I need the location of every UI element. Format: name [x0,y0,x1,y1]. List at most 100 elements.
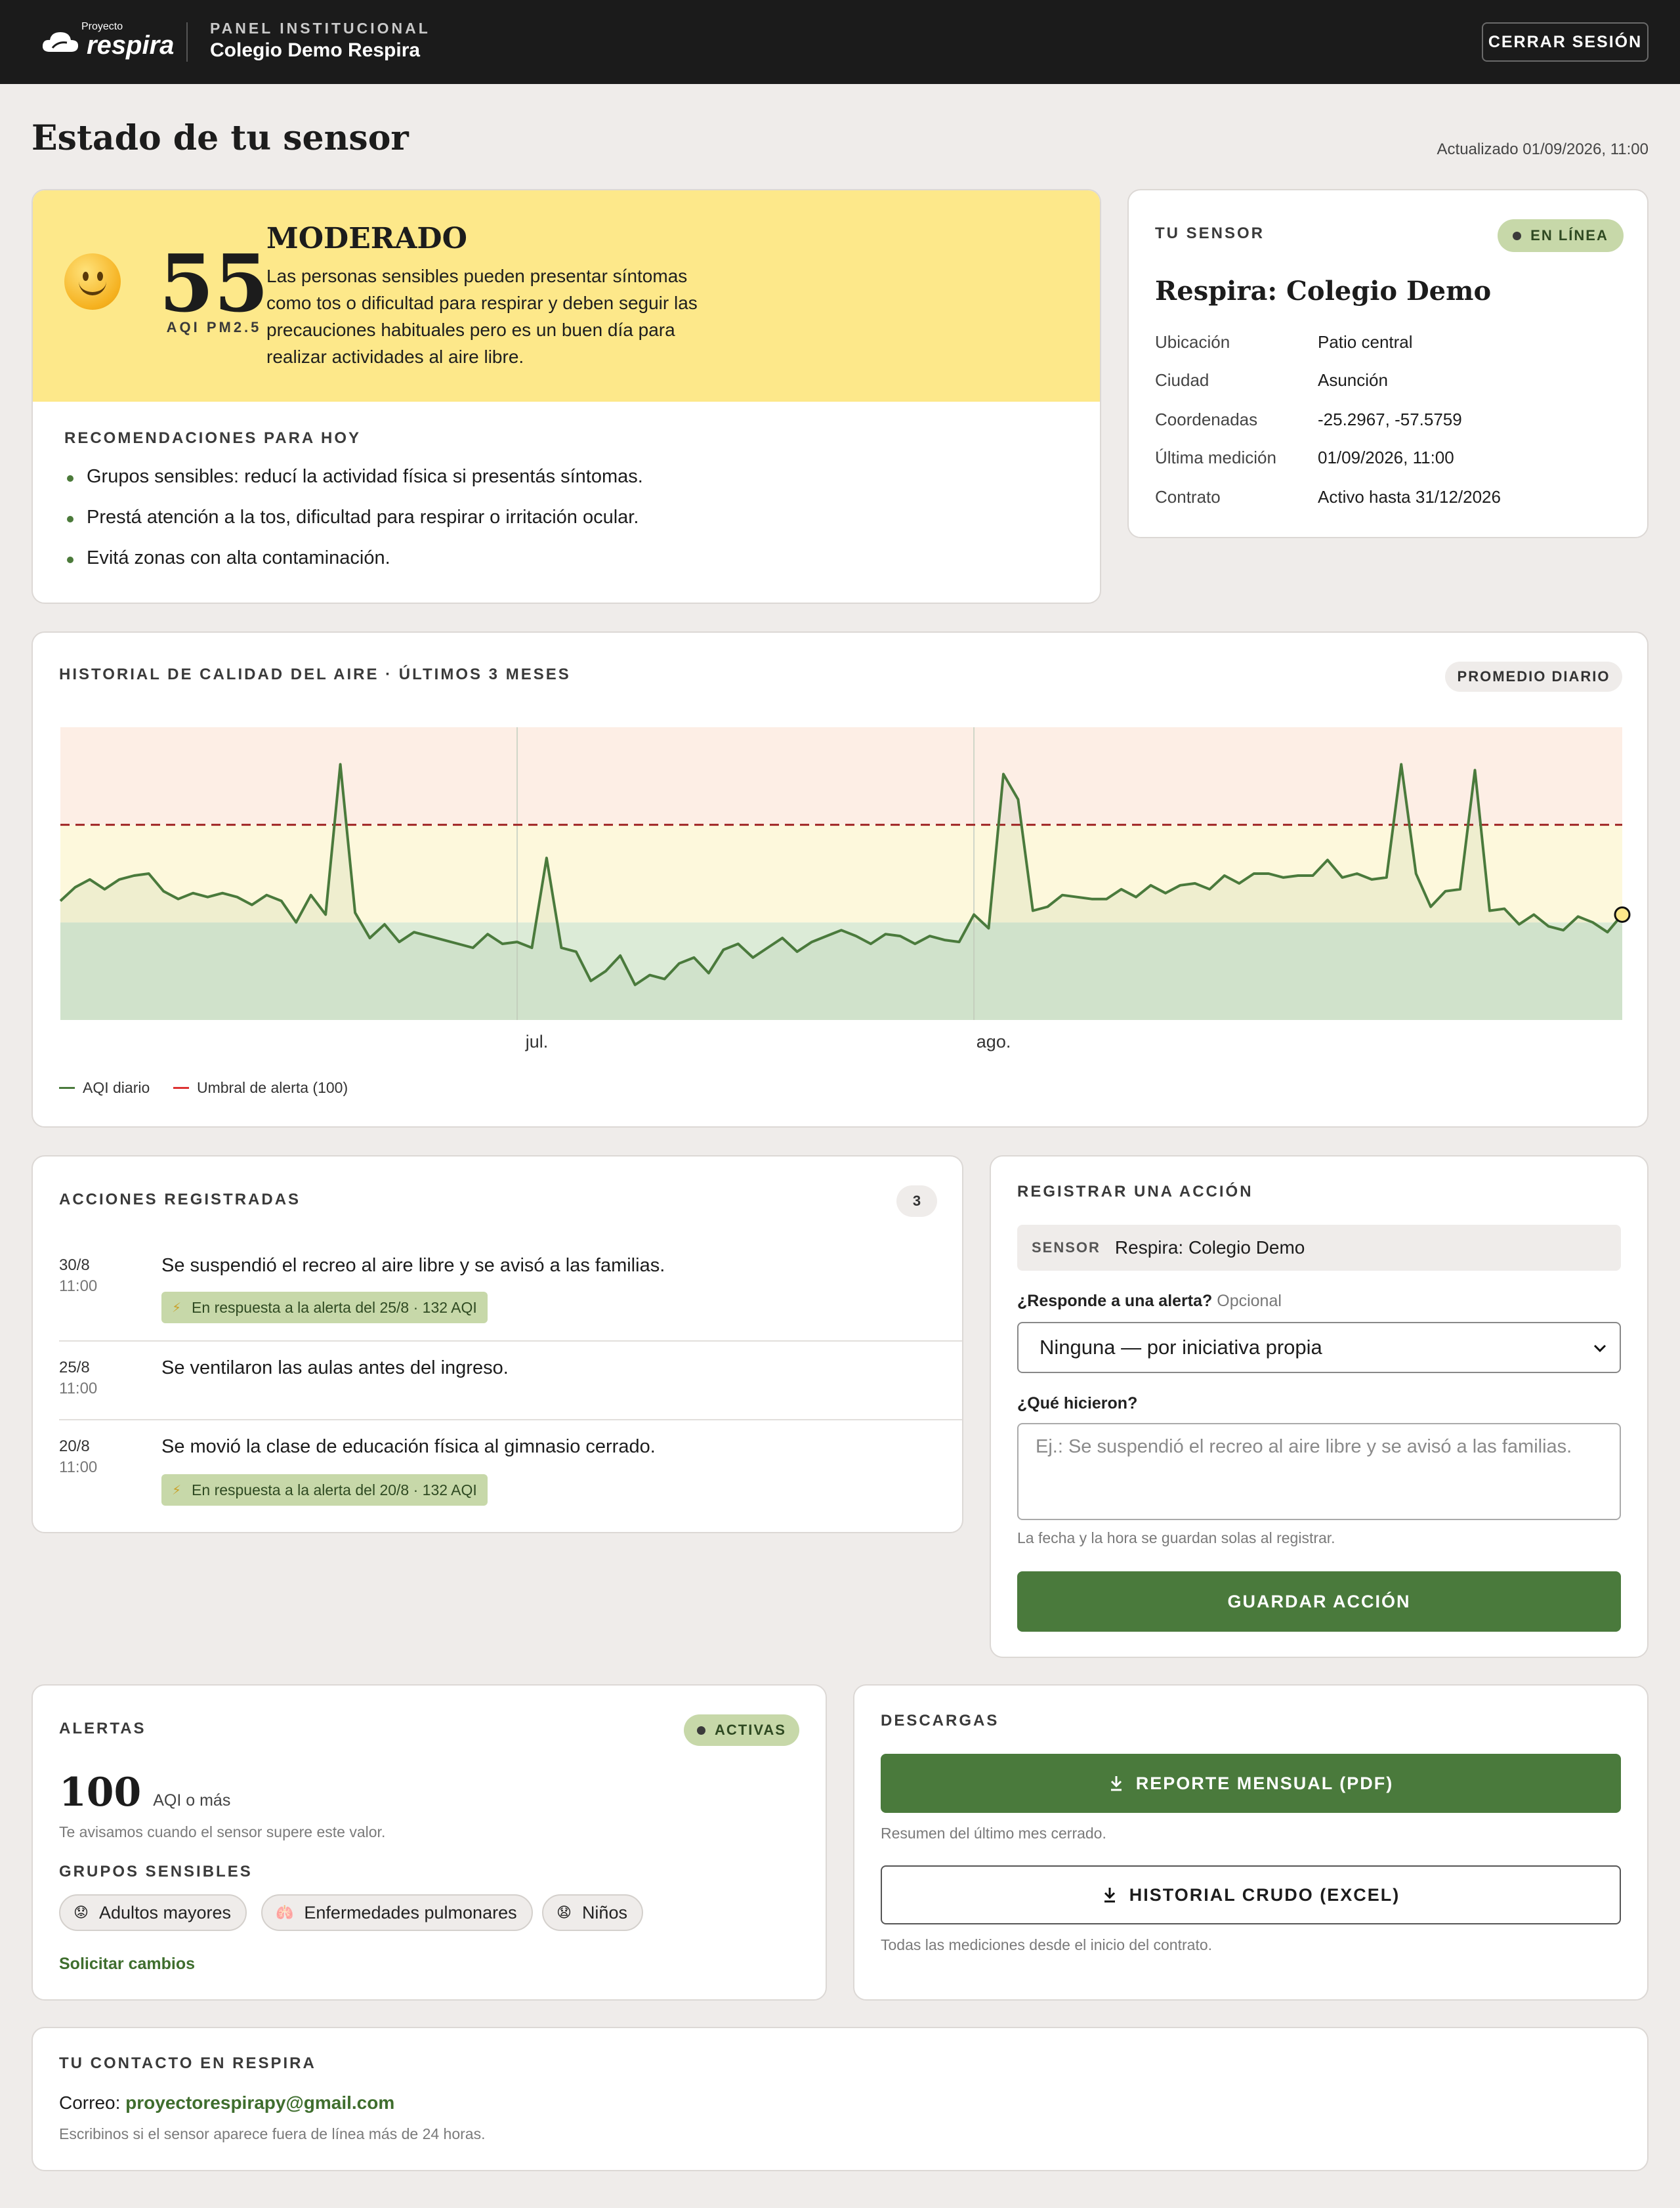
alert-response-tag: ⚡ En respuesta a la alerta del 20/8 · 132… [161,1474,488,1506]
info-label: Contrato [1155,487,1221,507]
panel-kicker: PANEL INSTITUCIONAL [210,20,430,37]
alert-select[interactable]: Ninguna — por iniciativa propia [1017,1322,1621,1373]
recommendation-item: Evitá zonas con alta contaminación. [67,547,390,568]
action-text: Se ventilaron las aulas antes del ingres… [161,1357,509,1378]
legend-line-threshold [173,1087,189,1089]
logout-button[interactable]: CERRAR SESIÓN [1482,22,1648,62]
monthly-report-button[interactable]: REPORTE MENSUAL (PDF) [881,1754,1621,1813]
legend-threshold-label: Umbral de alerta (100) [197,1079,348,1096]
action-text: Se suspendió el recreo al aire libre y s… [161,1255,665,1276]
contact-email-link[interactable]: proyectorespirapy@gmail.com [125,2092,394,2113]
aqi-category: MODERADO [266,222,467,255]
info-label: Coordenadas [1155,410,1258,429]
sensor-card: TU SENSOR EN LÍNEA Respira: Colegio Demo… [1127,189,1648,538]
x-tick-label: jul. [525,1032,549,1051]
action-date: 25/8 11:00 [59,1359,98,1397]
x-tick-label: ago. [976,1032,1011,1051]
header-divider [186,22,188,62]
contact-email-line: Correo: proyectorespirapy@gmail.com [59,2092,394,2113]
legend-threshold: Umbral de alerta (100) [173,1079,348,1097]
lungs-icon: 🫁 [276,1904,294,1921]
raw-history-label: HISTORIAL CRUDO (EXCEL) [1129,1884,1400,1905]
respira-logo[interactable]: Proyecto respira [41,21,175,60]
alert-select-value: Ninguna — por iniciativa propia [1040,1336,1322,1359]
aqi-banner: 55 AQI PM2.5 MODERADO Las personas sensi… [33,190,1100,402]
info-value: Patio central [1318,332,1413,352]
raw-history-note: Todas las mediciones desde el inicio del… [881,1936,1213,1953]
status-dot-icon [697,1726,706,1735]
request-changes-link[interactable]: Solicitar cambios [59,1955,195,1974]
info-label: Ciudad [1155,370,1209,390]
alerts-title: ALERTAS [59,1720,146,1737]
downloads-title: DESCARGAS [881,1712,999,1730]
date-auto-note: La fecha y la hora se guardan solas al r… [1017,1529,1335,1546]
contact-title: TU CONTACTO EN RESPIRA [59,2054,316,2072]
aqi-label: AQI PM2.5 [166,319,262,335]
sensor-field-value: Respira: Colegio Demo [1114,1237,1305,1258]
lightning-icon: ⚡ [172,1300,182,1315]
info-value: -25.2967, -57.5759 [1318,410,1462,429]
aqi-description: Las personas sensibles pueden presentar … [266,266,698,367]
status-dot-icon [1513,231,1522,240]
group-chip: 🫁 Enfermedades pulmonares [261,1894,533,1931]
cloud-logo-icon [42,32,79,52]
monthly-report-note: Resumen del último mes cerrado. [881,1825,1106,1842]
sensor-kicker: TU SENSOR [1155,224,1265,242]
register-action-card: REGISTRAR UNA ACCIÓN SENSOR Respira: Col… [990,1155,1648,1658]
alert-field-label: ¿Responde a una alerta? Opcional [1017,1292,1282,1310]
logo-wordmark: respira [87,30,175,60]
chevron-down-icon [1593,1344,1606,1353]
aqi-card: 55 AQI PM2.5 MODERADO Las personas sensi… [32,189,1101,604]
group-chip: 😧 Niños [542,1894,643,1931]
divider [59,1340,962,1342]
info-value: Asunción [1318,370,1388,390]
aqi-value: 55 [159,238,269,330]
top-bar: Proyecto respira PANEL INSTITUCIONAL Col… [0,0,1680,84]
contact-card: TU CONTACTO EN RESPIRA Correo: proyector… [32,2027,1648,2171]
aqi-band-2 [60,727,1622,825]
raw-history-button[interactable]: HISTORIAL CRUDO (EXCEL) [881,1865,1621,1924]
recommendation-item: Grupos sensibles: reducí la actividad fí… [67,466,643,487]
legend-aqi: AQI diario [59,1079,150,1097]
alert-threshold-unit: AQI o más [153,1791,231,1810]
action-date: 30/8 11:00 [59,1256,98,1295]
aqi-history-chart: jul. ago. [59,727,1631,1051]
sensitive-groups-title: GRUPOS SENSIBLES [59,1863,253,1880]
status-text: EN LÍNEA [1530,227,1608,244]
group-chip: 😟 Adultos mayores [59,1894,247,1931]
latest-point-marker [1614,906,1631,923]
monthly-report-label: REPORTE MENSUAL (PDF) [1135,1773,1394,1793]
what-textarea[interactable]: Ej.: Se suspendió el recreo al aire libr… [1017,1423,1621,1520]
actions-title: ACCIONES REGISTRADAS [59,1191,301,1208]
downloads-card: DESCARGAS REPORTE MENSUAL (PDF) Resumen … [853,1684,1648,2001]
download-icon [1110,1776,1122,1791]
sensor-field-label: SENSOR [1032,1239,1101,1256]
action-text: Se movió la clase de educación física al… [161,1436,656,1457]
legend-aqi-label: AQI diario [83,1079,150,1096]
info-label: Ubicación [1155,332,1230,352]
info-label: Última medición [1155,448,1276,467]
elderly-face-icon: 😟 [74,1904,89,1921]
alerts-card: ALERTAS ACTIVAS 100 AQI o más Te avisamo… [32,1684,827,2001]
alerts-active-badge: ACTIVAS [684,1714,799,1746]
divider [59,1419,962,1420]
alert-threshold: 100 AQI o más [59,1770,230,1815]
alert-response-tag: ⚡ En respuesta a la alerta del 25/8 · 132… [161,1292,488,1323]
register-title: REGISTRAR UNA ACCIÓN [1017,1183,1253,1200]
contact-note: Escribinos si el sensor aparece fuera de… [59,2125,486,2142]
save-action-button[interactable]: GUARDAR ACCIÓN [1017,1571,1621,1632]
alert-threshold-note: Te avisamos cuando el sensor supere este… [59,1823,386,1840]
sensor-name: Respira: Colegio Demo [1155,276,1492,307]
info-value: 01/09/2026, 11:00 [1318,448,1454,467]
page-title: Estado de tu sensor [32,118,409,158]
download-icon [1104,1888,1115,1903]
online-status-badge: EN LÍNEA [1498,219,1624,252]
recommendations-title: RECOMENDACIONES PARA HOY [64,429,362,447]
history-card: HISTORIAL DE CALIDAD DEL AIRE · ÚLTIMOS … [32,631,1648,1128]
alerts-status-text: ACTIVAS [715,1722,786,1738]
action-date: 20/8 11:00 [59,1437,98,1476]
updated-timestamp: Actualizado 01/09/2026, 11:00 [1437,140,1648,158]
school-name: Colegio Demo Respira [210,39,421,61]
slightly-smiling-face-icon [64,253,121,310]
lightning-icon: ⚡ [172,1483,182,1498]
